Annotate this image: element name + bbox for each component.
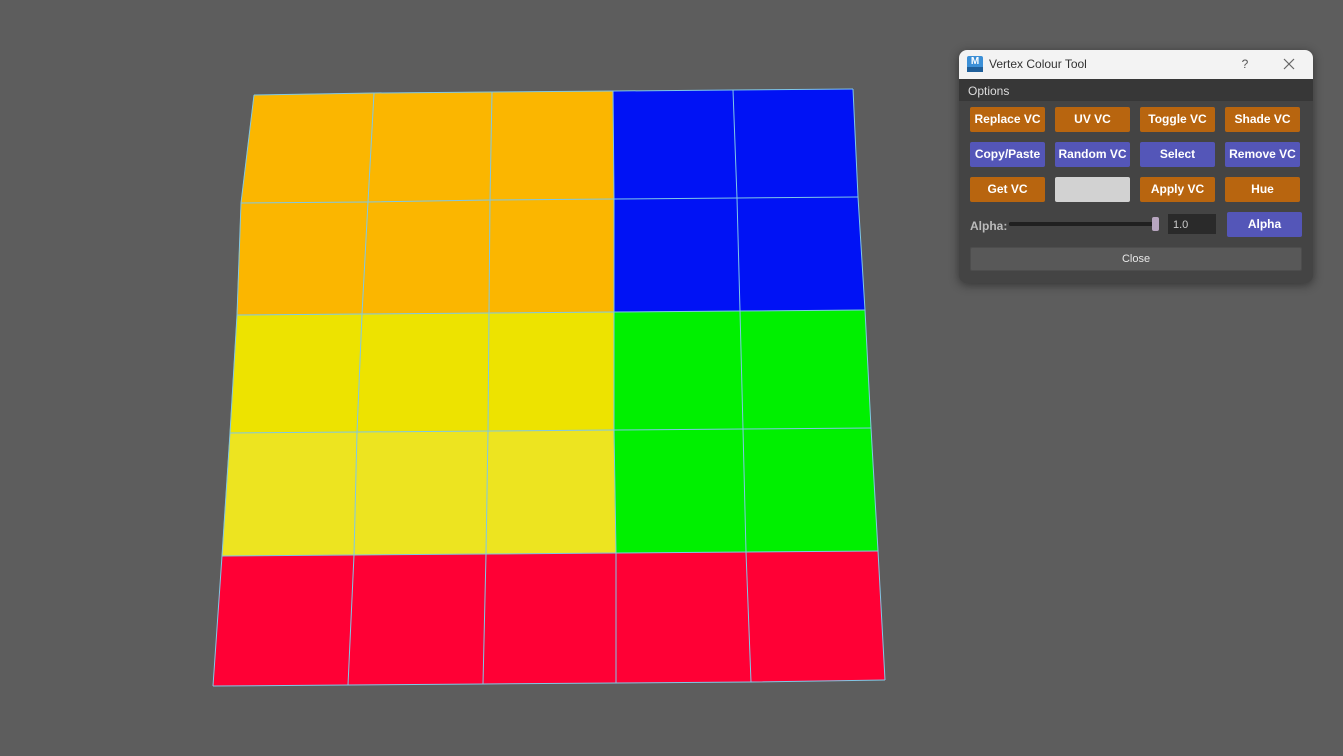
mesh-face[interactable] — [745, 550, 886, 683]
remove-vc-button[interactable]: Remove VC — [1225, 142, 1300, 167]
mesh-face[interactable] — [489, 90, 615, 201]
mesh-faces — [212, 88, 886, 687]
get-vc-button[interactable]: Get VC — [970, 177, 1045, 202]
alpha-slider-fill — [1009, 222, 1156, 226]
random-vc-button[interactable]: Random VC — [1055, 142, 1130, 167]
mesh-face[interactable] — [487, 311, 615, 432]
mesh-face[interactable] — [739, 309, 872, 430]
mesh-face[interactable] — [736, 196, 866, 312]
uv-vc-button[interactable]: UV VC — [1055, 107, 1130, 132]
alpha-value-field[interactable]: 1.0 — [1168, 214, 1216, 234]
app-icon-letter: M — [970, 56, 980, 67]
mesh-face[interactable] — [732, 88, 859, 199]
maya-app-icon: M — [967, 56, 983, 72]
mesh-face[interactable] — [236, 201, 369, 316]
help-button[interactable]: ? — [1235, 54, 1255, 74]
mesh-face[interactable] — [212, 554, 355, 687]
mesh-face[interactable] — [613, 428, 747, 554]
vertex-colour-tool-window: M Vertex Colour Tool ? Options Replace V… — [959, 50, 1313, 283]
mesh-face[interactable] — [367, 91, 493, 203]
alpha-slider[interactable] — [1009, 217, 1159, 231]
alpha-slider-handle[interactable] — [1152, 217, 1159, 231]
colour-swatch-button[interactable] — [1055, 177, 1130, 202]
select-button[interactable]: Select — [1140, 142, 1215, 167]
mesh-face[interactable] — [612, 89, 738, 200]
close-window-button[interactable] — [1279, 54, 1299, 74]
mesh-face[interactable] — [221, 431, 358, 557]
mesh-face[interactable] — [240, 92, 375, 204]
alpha-label: Alpha: — [970, 219, 1008, 233]
mesh-face[interactable] — [361, 199, 491, 315]
copy-paste-button[interactable]: Copy/Paste — [970, 142, 1045, 167]
window-title: Vertex Colour Tool — [989, 57, 1087, 71]
mesh-face[interactable] — [615, 551, 752, 684]
mesh-face[interactable] — [353, 430, 489, 556]
alpha-button[interactable]: Alpha — [1227, 212, 1302, 237]
toggle-vc-button[interactable]: Toggle VC — [1140, 107, 1215, 132]
shade-vc-button[interactable]: Shade VC — [1225, 107, 1300, 132]
mesh-face[interactable] — [356, 312, 490, 433]
menu-bar: Options — [959, 79, 1313, 101]
apply-vc-button[interactable]: Apply VC — [1140, 177, 1215, 202]
mesh-face[interactable] — [613, 310, 744, 431]
mesh-face[interactable] — [347, 553, 487, 686]
mesh-face[interactable] — [482, 552, 617, 685]
close-button[interactable]: Close — [970, 247, 1302, 271]
mesh-face[interactable] — [229, 313, 363, 434]
replace-vc-button[interactable]: Replace VC — [970, 107, 1045, 132]
mesh-face[interactable] — [742, 427, 879, 553]
title-bar[interactable]: M Vertex Colour Tool ? — [959, 50, 1313, 79]
close-icon — [1283, 58, 1295, 70]
mesh-face[interactable] — [613, 197, 741, 313]
mesh-face[interactable] — [485, 429, 617, 555]
menu-options[interactable]: Options — [968, 84, 1009, 98]
hue-button[interactable]: Hue — [1225, 177, 1300, 202]
mesh-face[interactable] — [488, 198, 615, 314]
